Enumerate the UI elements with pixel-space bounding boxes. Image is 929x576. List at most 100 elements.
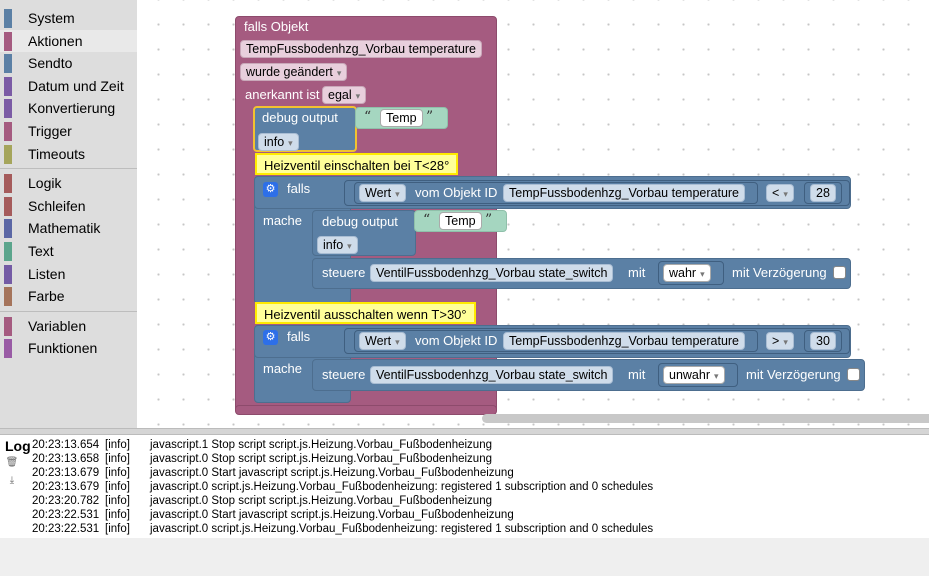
- gear-icon[interactable]: ⚙: [263, 182, 278, 197]
- toolbox-category-aktionen[interactable]: Aktionen: [0, 29, 137, 53]
- trash-icon[interactable]: 🗑: [5, 457, 19, 470]
- if1-control-target-field[interactable]: VentilFussbodenhzg_Vorbau state_switch: [370, 264, 614, 282]
- if2-control-label: steuere: [322, 367, 366, 382]
- if2-bool-value: unwahr: [669, 368, 710, 382]
- if1-control-label: steuere: [322, 265, 366, 280]
- log-severity: [info]: [105, 523, 130, 535]
- panel-splitter[interactable]: [0, 428, 929, 435]
- if2-number-field[interactable]: 30: [810, 332, 836, 350]
- toolbox-category-label: Farbe: [28, 288, 65, 305]
- if2-operator-dropdown[interactable]: > ▾: [766, 332, 794, 350]
- toolbox-category-listen[interactable]: Listen: [0, 263, 137, 286]
- if1-debug-level-value: info: [323, 238, 344, 252]
- toolbox-category-datum-und-zeit[interactable]: Datum und Zeit: [0, 75, 137, 98]
- if1-value-dropdown[interactable]: Wert ▾: [359, 184, 406, 202]
- if1-operator-dropdown[interactable]: < ▾: [766, 184, 794, 202]
- toolbox-category-schleifen[interactable]: Schleifen: [0, 195, 137, 218]
- log-time: 20:23:20.782: [32, 495, 100, 507]
- trigger-ack-dropdown[interactable]: egal ▾: [322, 86, 367, 104]
- log-title: Log: [5, 438, 31, 454]
- category-color-swatch: [4, 9, 12, 28]
- toolbox-category-label: Funktionen: [28, 340, 98, 357]
- if2-object-id-field[interactable]: TempFussbodenhzg_Vorbau temperature: [503, 332, 746, 350]
- if2-value-dropdown[interactable]: Wert ▾: [359, 332, 406, 350]
- toolbox-category-funktionen[interactable]: Funktionen: [0, 337, 137, 360]
- category-color-swatch: [4, 54, 12, 74]
- if1-delay-checkbox[interactable]: [833, 266, 846, 279]
- if1-bool-dropdown[interactable]: wahr ▾: [663, 264, 711, 282]
- debug-level-dropdown[interactable]: info ▾: [258, 133, 299, 151]
- if1-operator-value: <: [772, 186, 780, 200]
- toolbox-category-farbe[interactable]: Farbe: [0, 285, 137, 308]
- if1-number-field[interactable]: 28: [810, 184, 836, 202]
- log-severity: [info]: [105, 467, 130, 479]
- toolbox-category-konvertierung[interactable]: Konvertierung: [0, 97, 137, 120]
- toolbox-category-variablen[interactable]: Variablen: [0, 315, 137, 338]
- log-time: 20:23:22.531: [32, 523, 100, 535]
- category-color-swatch: [4, 144, 12, 164]
- category-color-swatch: [4, 196, 12, 216]
- dropdown-arrow-icon: ▾: [395, 337, 400, 347]
- log-row: 20:23:22.531 [info] javascript.0 Start jav…: [32, 508, 832, 522]
- if2-delay-checkbox[interactable]: [847, 368, 860, 381]
- log-message: javascript.0 Stop script script.js.Heizu…: [150, 453, 492, 465]
- toolbox-category-label: Listen: [28, 265, 66, 282]
- dropdown-arrow-icon: ▾: [783, 337, 788, 347]
- toolbox-category-label: Timeouts: [28, 145, 86, 162]
- blockly-workspace[interactable]: falls Objekt TempFussbodenhzg_Vorbau tem…: [137, 0, 929, 428]
- log-message: javascript.0 Stop script script.js.Heizu…: [150, 495, 492, 507]
- toolbox-category-label: Schleifen: [28, 197, 86, 214]
- log-severity: [info]: [105, 439, 130, 451]
- trigger-block-bottom: [235, 405, 497, 415]
- log-message: javascript.0 Start javascript script.js.…: [150, 467, 514, 479]
- debug-level-value: info: [264, 135, 285, 149]
- toolbox-category-trigger[interactable]: Trigger: [0, 120, 137, 143]
- if2-operator-value: >: [772, 334, 780, 348]
- if2-value-field: Wert: [365, 334, 392, 348]
- comment-block[interactable]: Heizventil einschalten bei T<28°: [255, 153, 459, 175]
- log-time: 20:23:13.679: [32, 481, 100, 493]
- toolbox-category-sendto[interactable]: Sendto: [0, 52, 137, 75]
- log-severity: [info]: [105, 453, 130, 465]
- toolbox-category-label: Variablen: [28, 317, 87, 334]
- log-list: 20:23:13.654 [info] javascript.1 Stop scri…: [32, 438, 832, 536]
- if1-debug-text-field[interactable]: Temp: [439, 212, 482, 230]
- toolbox-category-system[interactable]: System: [0, 7, 137, 30]
- log-panel-footer: [0, 538, 929, 576]
- trigger-ack-value: egal: [328, 88, 352, 102]
- category-color-swatch: [4, 174, 12, 194]
- log-message: javascript.0 Start javascript script.js.…: [150, 509, 514, 521]
- if1-value-field: Wert: [365, 186, 392, 200]
- toolbox-separator: [0, 168, 137, 170]
- if2-bool-dropdown[interactable]: unwahr ▾: [663, 366, 725, 384]
- toolbox-category-timeouts[interactable]: Timeouts: [0, 143, 137, 166]
- if1-delay-label: mit Verzögerung: [732, 265, 827, 280]
- if1-debug-level-dropdown[interactable]: info ▾: [317, 236, 358, 254]
- if2-mache-label: mache: [263, 361, 303, 376]
- gear-icon[interactable]: ⚙: [263, 330, 278, 345]
- toolbox-category-text[interactable]: Text: [0, 240, 137, 263]
- log-severity: [info]: [105, 495, 130, 507]
- comment-block[interactable]: Heizventil ausschalten wenn T>30°: [255, 302, 476, 324]
- toolbox-category-logik[interactable]: Logik: [0, 172, 137, 195]
- dropdown-arrow-icon: ▾: [395, 189, 400, 199]
- if1-object-id-field[interactable]: TempFussbodenhzg_Vorbau temperature: [503, 184, 746, 202]
- debug-text-field[interactable]: Temp: [380, 109, 423, 127]
- if1-control-with-label: mit: [628, 265, 646, 280]
- download-icon[interactable]: ⤓: [5, 475, 19, 488]
- toolbox-category-mathematik[interactable]: Mathematik: [0, 217, 137, 240]
- category-color-swatch: [4, 241, 12, 261]
- if2-control-target-field[interactable]: VentilFussbodenhzg_Vorbau state_switch: [370, 366, 614, 384]
- trigger-event-value: wurde geändert: [246, 65, 333, 79]
- if2-delay-label: mit Verzögerung: [746, 367, 841, 382]
- trigger-event-dropdown[interactable]: wurde geändert ▾: [240, 63, 348, 81]
- trigger-ack-label: anerkannt ist: [245, 87, 320, 102]
- log-severity: [info]: [105, 509, 130, 521]
- dropdown-arrow-icon: ▾: [288, 138, 293, 148]
- workspace-horizontal-scrollbar[interactable]: [482, 414, 929, 423]
- toolbox-category-label: System: [28, 10, 75, 26]
- quote-close-icon: ”: [485, 212, 493, 228]
- trigger-object-id-field[interactable]: TempFussbodenhzg_Vorbau temperature: [240, 40, 483, 58]
- toolbox-separator: [0, 310, 137, 312]
- log-row: 20:23:13.658 [info] javascript.0 Stop scri…: [32, 452, 832, 466]
